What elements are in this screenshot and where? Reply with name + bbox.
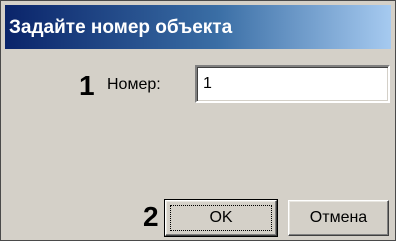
title-bar[interactable]: Задайте номер объекта — [5, 5, 391, 49]
cancel-button-label: Отмена — [309, 209, 368, 226]
window-title: Задайте номер объекта — [9, 17, 233, 38]
dialog-body: Задайте номер объекта 1 Номер: 2 OK Отме… — [5, 5, 391, 237]
number-input[interactable] — [195, 65, 390, 103]
cancel-button[interactable]: Отмена — [288, 200, 389, 236]
ok-button[interactable]: OK — [164, 199, 278, 237]
number-label: Номер: — [107, 76, 161, 93]
dialog-window: Задайте номер объекта 1 Номер: 2 OK Отме… — [0, 0, 396, 241]
callout-number-1: 1 — [79, 70, 95, 101]
callout-number-2: 2 — [143, 201, 159, 232]
ok-button-label: OK — [209, 209, 233, 226]
